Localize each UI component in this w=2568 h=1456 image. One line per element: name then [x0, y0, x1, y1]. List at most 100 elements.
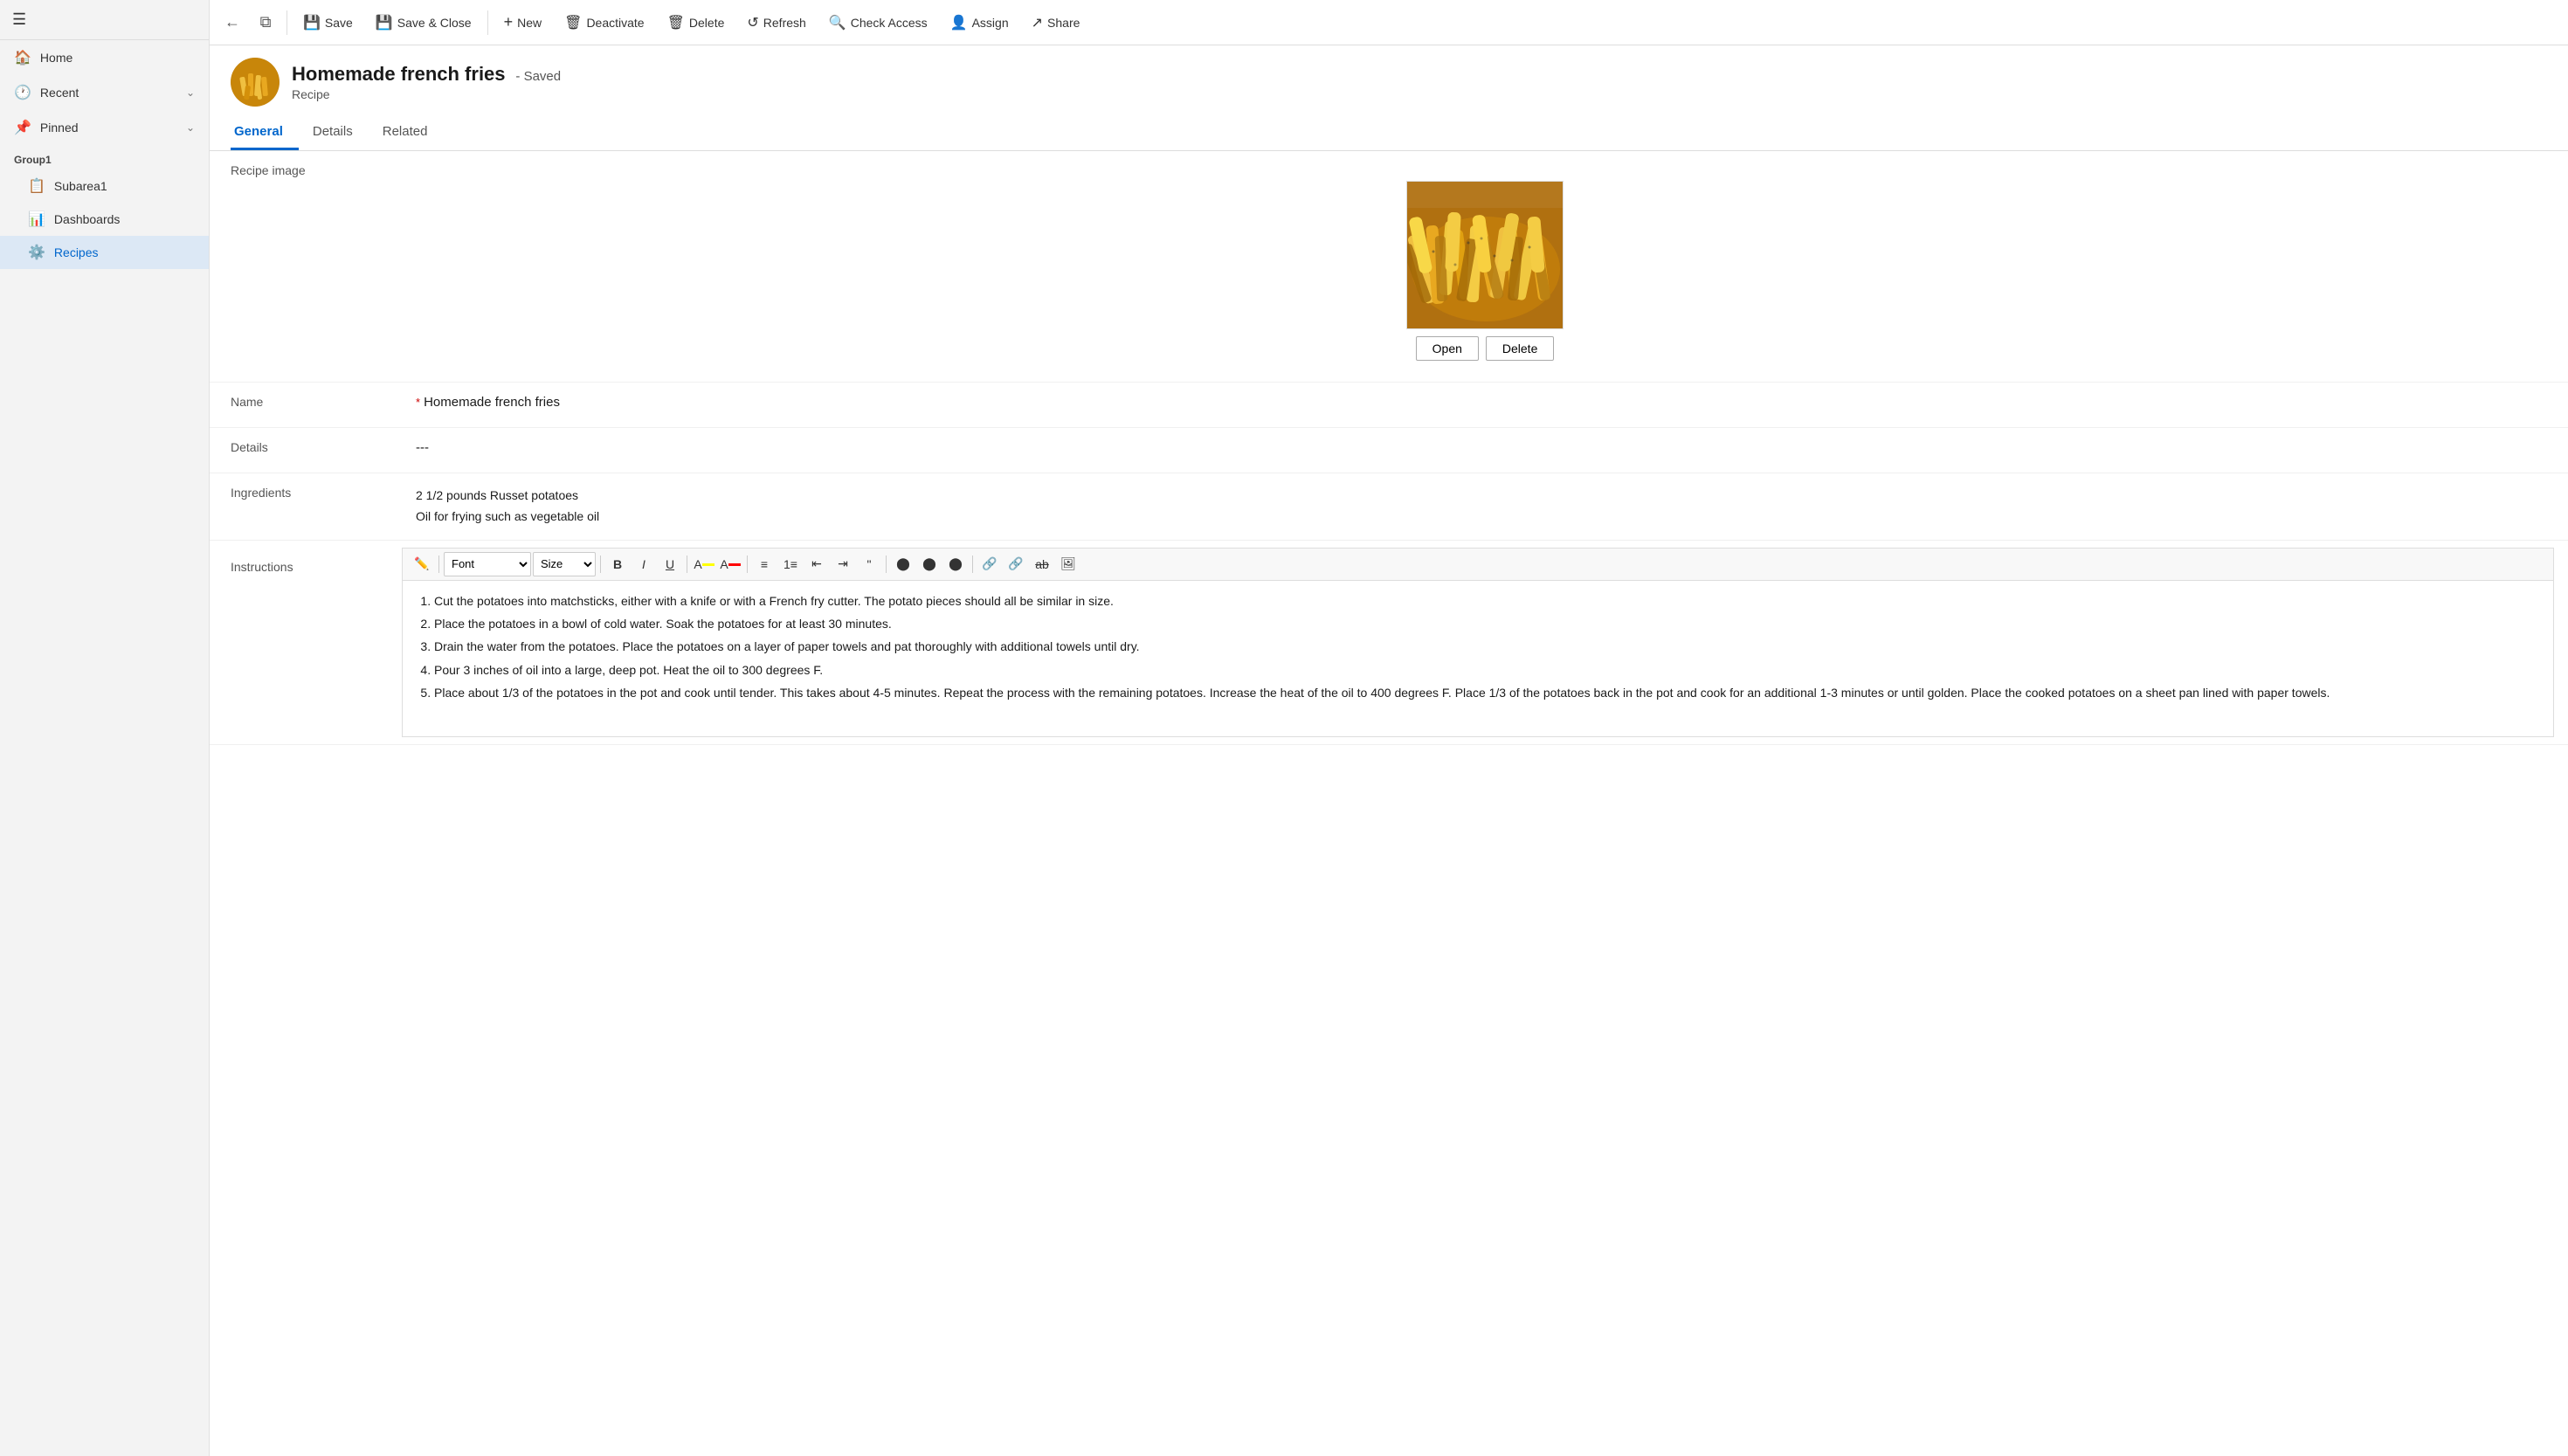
image-icon: 🖼	[1060, 556, 1076, 571]
required-star: *	[416, 396, 420, 409]
numbered-list-icon: 1≡	[784, 557, 797, 571]
sidebar-item-dashboards[interactable]: 📊 Dashboards	[0, 203, 209, 236]
instruction-item-3: Drain the water from the potatoes. Place…	[434, 637, 2539, 656]
name-label: Name	[210, 383, 402, 421]
new-button[interactable]: + New	[494, 8, 553, 37]
align-center-icon: ⬤	[922, 556, 936, 571]
italic-button[interactable]: I	[632, 552, 656, 576]
instruction-item-2: Place the potatoes in a bowl of cold wat…	[434, 614, 2539, 633]
name-value: *Homemade french fries	[402, 383, 2568, 422]
image-open-button[interactable]: Open	[1416, 336, 1479, 361]
deactivate-icon: 🗑	[564, 14, 582, 31]
dashboard-icon: 📊	[28, 210, 45, 228]
align-left-button[interactable]: ⬤	[891, 552, 915, 576]
strikethrough-icon: ab	[1035, 557, 1049, 571]
highlight-icon: A	[694, 557, 701, 571]
hamburger-icon[interactable]: ☰	[12, 10, 26, 29]
increase-indent-button[interactable]: ⇥	[831, 552, 855, 576]
assign-button[interactable]: 👤 Assign	[940, 9, 1019, 37]
home-icon: 🏠	[14, 49, 31, 66]
refresh-button[interactable]: ↺ Refresh	[736, 9, 816, 37]
sidebar-item-home[interactable]: 🏠 Home	[0, 40, 209, 75]
save-button[interactable]: 💾 Save	[293, 9, 363, 37]
record-saved-status: - Saved	[515, 69, 561, 84]
strikethrough-button[interactable]: ab	[1030, 552, 1054, 576]
recipes-icon: ⚙️	[28, 244, 45, 261]
bullet-list-button[interactable]: ≡	[752, 552, 777, 576]
check-access-icon: 🔍	[829, 14, 846, 31]
sidebar: ☰ 🏠 Home 🕐 Recent ⌄ 📌 Pinned ⌄ Group1 📋 …	[0, 0, 210, 1456]
align-left-icon: ⬤	[896, 556, 910, 571]
sidebar-header: ☰	[0, 0, 209, 40]
ingredients-value: 2 1/2 pounds Russet potatoes Oil for fry…	[402, 473, 2568, 540]
save-close-button[interactable]: 💾 Save & Close	[365, 9, 482, 37]
record-header: Homemade french fries - Saved Recipe	[210, 45, 2568, 115]
image-insert-button[interactable]: 🖼	[1056, 552, 1080, 576]
instructions-content[interactable]: Cut the potatoes into matchsticks, eithe…	[402, 580, 2554, 737]
image-buttons: Open Delete	[1416, 336, 1555, 361]
name-row: Name *Homemade french fries	[210, 383, 2568, 428]
sidebar-item-recent[interactable]: 🕐 Recent ⌄	[0, 75, 209, 110]
numbered-list-button[interactable]: 1≡	[778, 552, 803, 576]
sidebar-item-recipes[interactable]: ⚙️ Recipes	[0, 236, 209, 269]
toolbar-separator	[286, 10, 287, 35]
font-color-button[interactable]: A	[718, 552, 742, 576]
sidebar-item-subarea1[interactable]: 📋 Subarea1	[0, 169, 209, 203]
check-access-button[interactable]: 🔍 Check Access	[818, 9, 938, 37]
ingredients-label: Ingredients	[210, 473, 402, 512]
chevron-down-icon: ⌄	[186, 86, 195, 99]
size-select[interactable]: Size	[533, 552, 596, 576]
sidebar-item-label: Dashboards	[54, 212, 121, 226]
sidebar-item-label: Home	[40, 51, 72, 65]
eraser-button[interactable]: ✏️	[410, 552, 434, 576]
details-value: ---	[402, 428, 2568, 467]
image-delete-button[interactable]: Delete	[1486, 336, 1554, 361]
sidebar-item-label: Recent	[40, 86, 79, 100]
blockquote-button[interactable]: "	[857, 552, 881, 576]
share-icon: ↗	[1032, 14, 1043, 31]
tab-general[interactable]: General	[231, 115, 299, 150]
bold-button[interactable]: B	[605, 552, 630, 576]
form-area: Recipe image	[210, 151, 2568, 1456]
image-value: Open Delete	[402, 151, 2568, 382]
deactivate-button[interactable]: 🗑 Deactivate	[554, 9, 654, 37]
link-button[interactable]: 🔗	[977, 552, 1002, 576]
eraser-icon: ✏️	[414, 556, 429, 571]
details-row: Details ---	[210, 428, 2568, 473]
delete-button[interactable]: 🗑 Delete	[657, 9, 735, 37]
open-record-button[interactable]: ⧉	[250, 7, 281, 38]
rich-text-toolbar: ✏️ Font Size B I U A	[402, 548, 2554, 580]
underline-button[interactable]: U	[658, 552, 682, 576]
align-right-button[interactable]: ⬤	[943, 552, 968, 576]
toolbar-sep	[886, 555, 887, 573]
record-type: Recipe	[292, 87, 561, 101]
avatar-image	[231, 58, 280, 107]
sidebar-item-pinned[interactable]: 📌 Pinned ⌄	[0, 110, 209, 145]
highlight-button[interactable]: A	[692, 552, 716, 576]
record-title: Homemade french fries	[292, 63, 506, 85]
share-button[interactable]: ↗ Share	[1021, 9, 1091, 37]
instruction-item-4: Pour 3 inches of oil into a large, deep …	[434, 660, 2539, 680]
unlink-button[interactable]: 🔗	[1004, 552, 1028, 576]
recipe-image-svg	[1407, 182, 1564, 329]
unlink-icon: 🔗	[1008, 556, 1023, 571]
decrease-indent-button[interactable]: ⇤	[804, 552, 829, 576]
pin-icon: 📌	[14, 119, 31, 136]
recipe-image	[1406, 181, 1564, 329]
save-close-icon: 💾	[376, 14, 393, 31]
instruction-item-5: Place about 1/3 of the potatoes in the p…	[434, 683, 2539, 702]
tab-details[interactable]: Details	[309, 115, 369, 150]
ingredients-row: Ingredients 2 1/2 pounds Russet potatoes…	[210, 473, 2568, 541]
toolbar-sep	[600, 555, 601, 573]
align-center-button[interactable]: ⬤	[917, 552, 942, 576]
sidebar-item-label: Recipes	[54, 245, 99, 259]
instructions-label: Instructions	[210, 541, 402, 586]
sidebar-item-label: Pinned	[40, 121, 79, 135]
tab-related[interactable]: Related	[379, 115, 444, 150]
instruction-item-1: Cut the potatoes into matchsticks, eithe…	[434, 591, 2539, 611]
back-button[interactable]: ←	[217, 7, 248, 38]
toolbar-sep	[747, 555, 748, 573]
font-select[interactable]: Font	[444, 552, 531, 576]
subarea-icon: 📋	[28, 177, 45, 195]
refresh-icon: ↺	[747, 14, 758, 31]
